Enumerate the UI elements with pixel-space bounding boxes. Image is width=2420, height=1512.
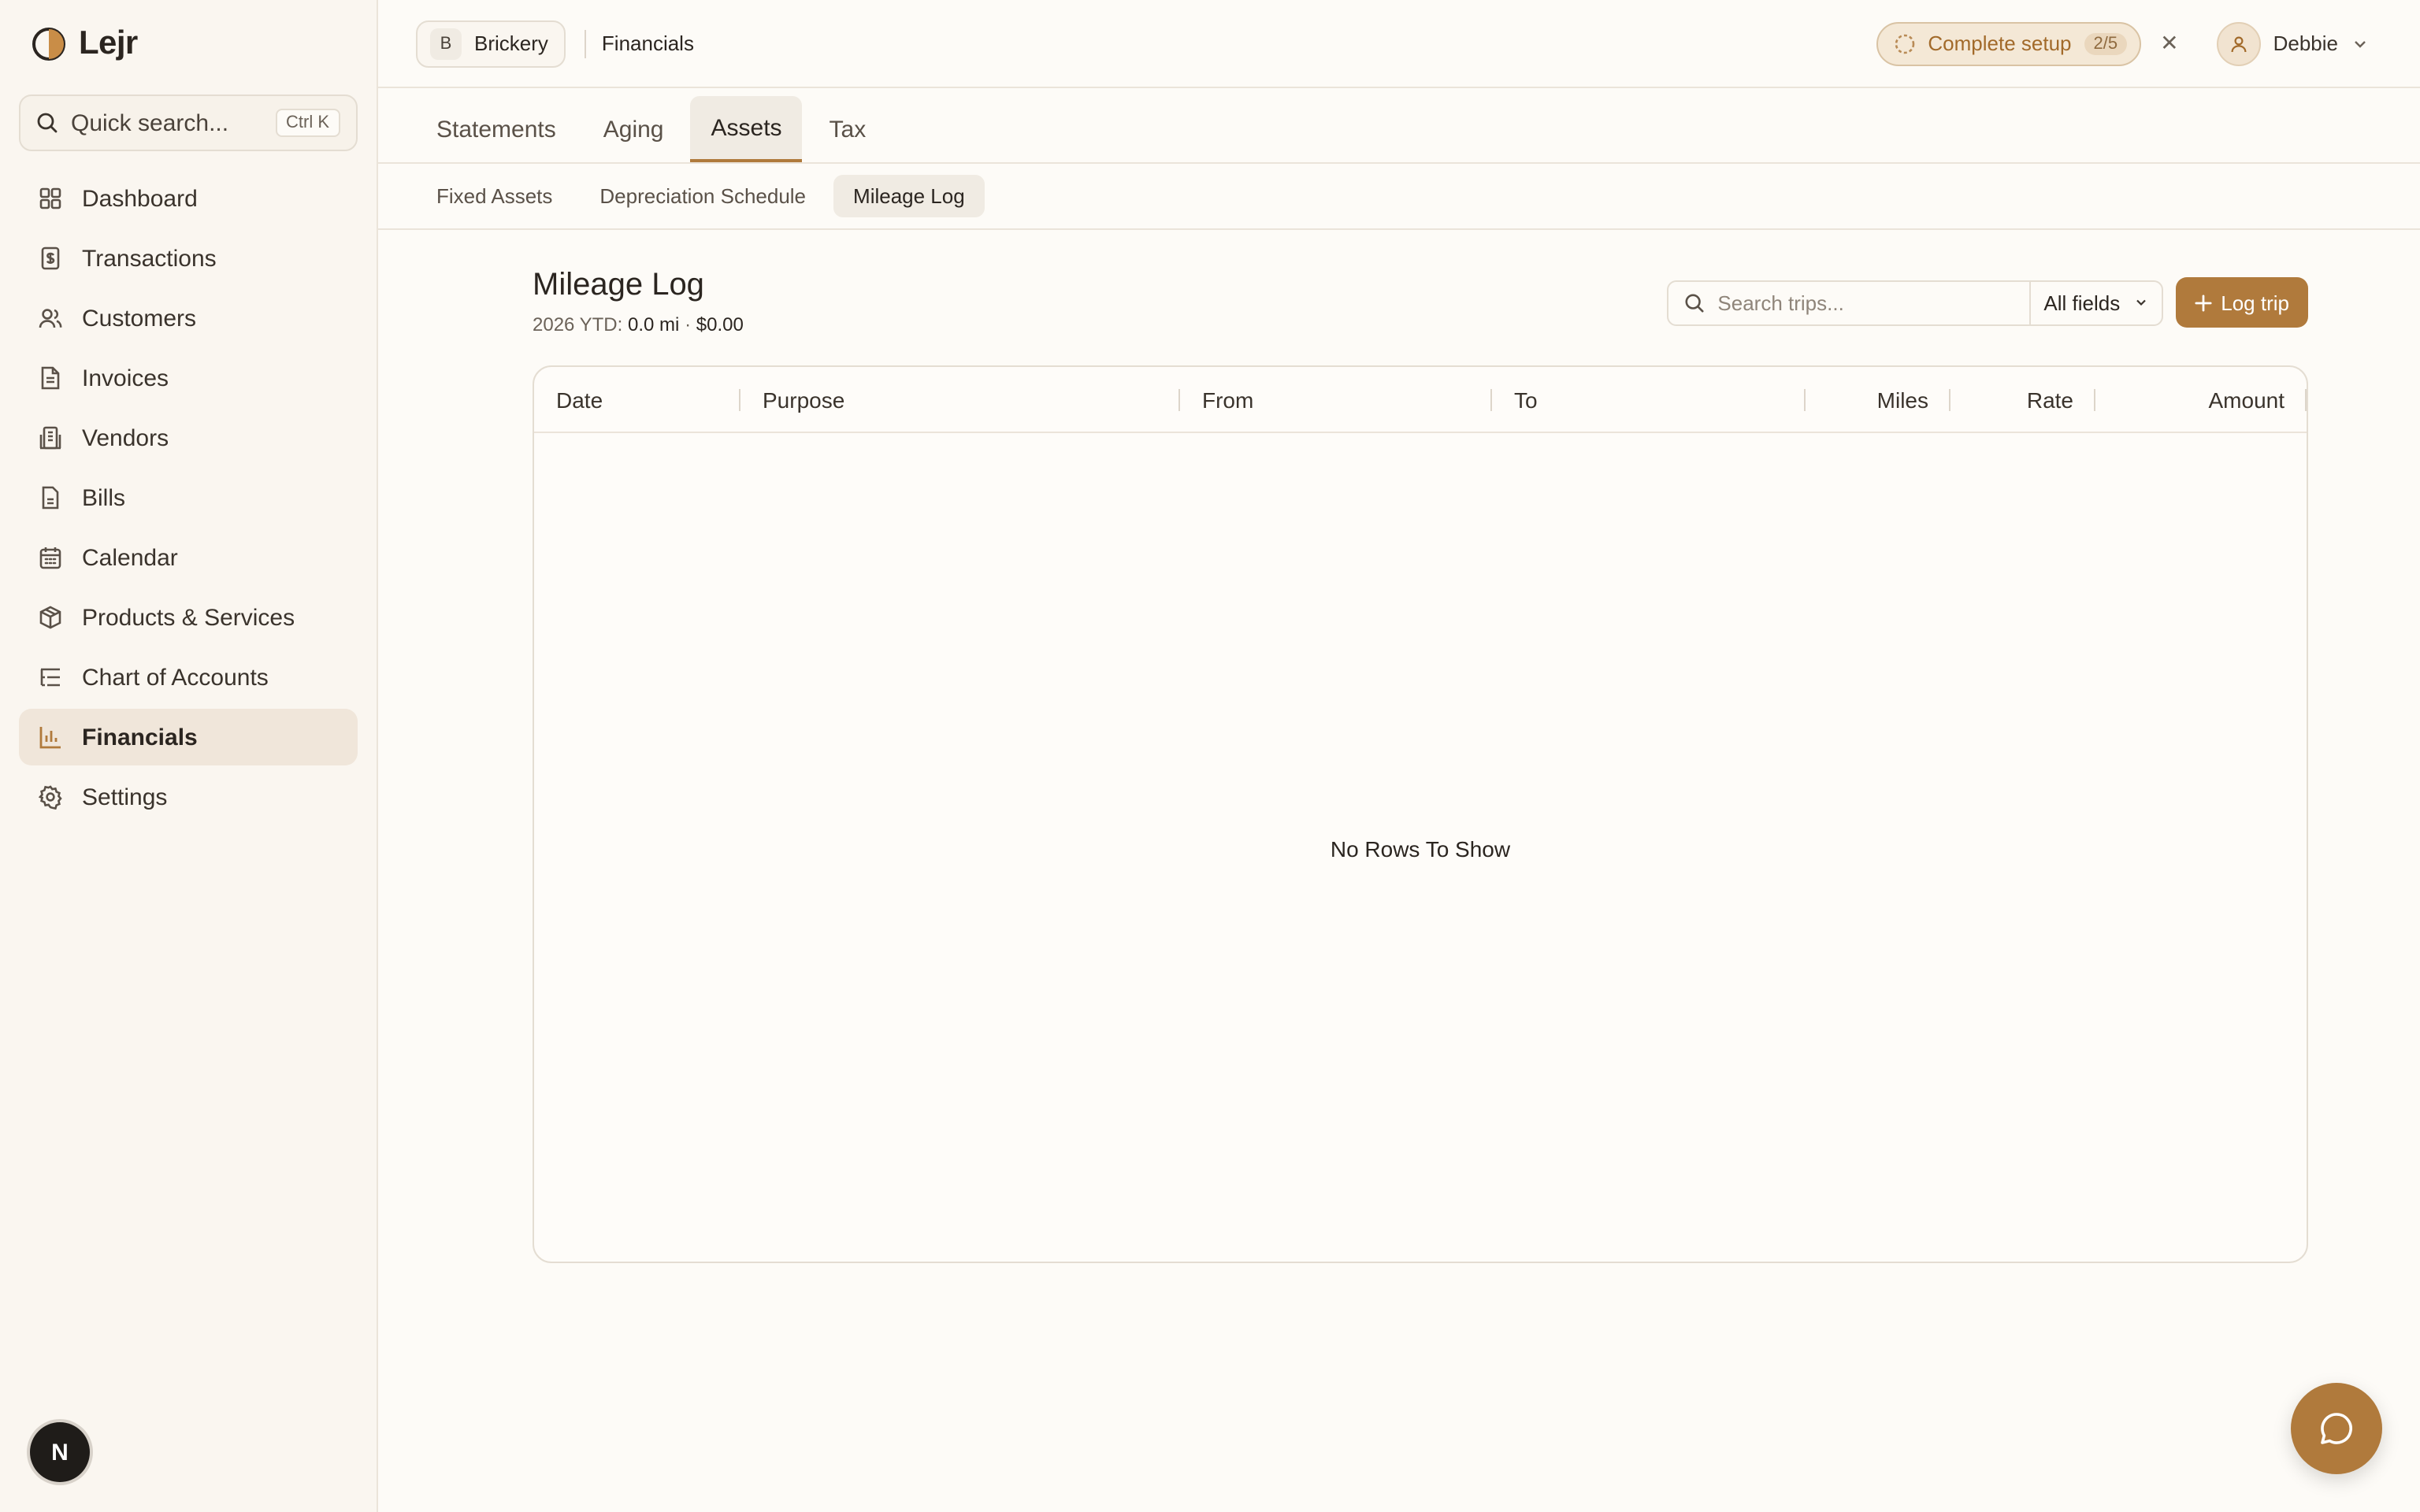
quick-search-input[interactable]: Quick search... Ctrl K <box>19 94 358 151</box>
user-icon <box>2231 35 2247 52</box>
sidebar-item-label: Chart of Accounts <box>82 664 269 691</box>
bar-chart-icon <box>38 724 63 750</box>
calendar-icon <box>38 545 63 570</box>
company-name: Brickery <box>474 32 548 55</box>
dollar-doc-icon <box>38 246 63 271</box>
ytd-separator: · <box>685 313 692 335</box>
gear-icon <box>38 784 63 810</box>
table-header: Date Purpose From To Miles Rate Amount <box>534 367 2307 433</box>
tab-statements[interactable]: Statements <box>416 96 577 162</box>
sidebar-item-invoices[interactable]: Invoices <box>19 350 358 406</box>
grid-icon <box>38 186 63 211</box>
mileage-table: Date Purpose From To Miles Rate Amount N… <box>533 365 2308 1263</box>
tab-assets[interactable]: Assets <box>690 96 803 162</box>
logo[interactable]: Lejr <box>0 0 377 88</box>
sidebar-item-transactions[interactable]: Transactions <box>19 230 358 287</box>
company-avatar: B <box>430 28 462 59</box>
chat-bubble-icon <box>2321 1413 2352 1444</box>
sidebar-item-label: Dashboard <box>82 185 198 212</box>
column-header-date[interactable]: Date <box>534 367 740 432</box>
app-name: Lejr <box>79 25 138 61</box>
breadcrumb: Financials <box>601 32 694 55</box>
log-trip-button[interactable]: Log trip <box>2175 277 2308 328</box>
sidebar-item-products-services[interactable]: Products & Services <box>19 589 358 646</box>
column-header-purpose[interactable]: Purpose <box>740 367 1180 432</box>
building-icon <box>38 425 63 450</box>
chat-button[interactable] <box>2291 1383 2382 1474</box>
sidebar-item-dashboard[interactable]: Dashboard <box>19 170 358 227</box>
column-header-miles[interactable]: Miles <box>1806 367 1950 432</box>
file-icon <box>38 485 63 510</box>
setup-label: Complete setup <box>1928 32 2072 55</box>
main-area: B Brickery Financials Complete setup 2/5… <box>378 0 2420 1512</box>
app-root: Lejr Quick search... Ctrl K Dashboard Tr… <box>0 0 2420 1512</box>
sidebar-item-label: Transactions <box>82 245 217 272</box>
package-icon <box>38 605 63 630</box>
ytd-miles: 0.0 mi <box>628 313 680 335</box>
search-trips-placeholder: Search trips... <box>1717 291 1844 314</box>
sidebar-item-chart-of-accounts[interactable]: Chart of Accounts <box>19 649 358 706</box>
chevron-down-icon <box>2355 40 2366 47</box>
avatar <box>2216 21 2261 65</box>
sidebar-item-financials[interactable]: Financials <box>19 709 358 765</box>
close-icon[interactable]: ✕ <box>2160 30 2178 57</box>
sidebar-item-customers[interactable]: Customers <box>19 290 358 346</box>
mileage-log-panel: Mileage Log 2026 YTD: 0.0 mi · $0.00 Sea… <box>533 268 2308 1263</box>
column-header-rate[interactable]: Rate <box>1950 367 2095 432</box>
field-filter-value: All fields <box>2043 291 2121 314</box>
subtab-mileage-log[interactable]: Mileage Log <box>833 175 985 217</box>
topbar: B Brickery Financials Complete setup 2/5… <box>378 0 2420 88</box>
sidebar-item-label: Invoices <box>82 365 169 391</box>
complete-setup-button[interactable]: Complete setup 2/5 <box>1876 21 2142 65</box>
sidebar-item-label: Vendors <box>82 424 169 451</box>
breadcrumb-divider <box>584 29 586 57</box>
sidebar: Lejr Quick search... Ctrl K Dashboard Tr… <box>0 0 378 1512</box>
tab-aging[interactable]: Aging <box>583 96 685 162</box>
column-header-from[interactable]: From <box>1180 367 1492 432</box>
sidebar-item-label: Bills <box>82 484 126 511</box>
sidebar-item-label: Customers <box>82 305 197 332</box>
ytd-label: 2026 YTD: <box>533 313 623 335</box>
users-icon <box>38 306 63 331</box>
log-trip-label: Log trip <box>2221 291 2289 314</box>
secondary-tabs: Fixed Assets Depreciation Schedule Milea… <box>378 164 2420 230</box>
dev-tools-avatar[interactable]: N <box>30 1422 90 1482</box>
user-menu[interactable]: Debbie <box>2216 21 2370 65</box>
user-name: Debbie <box>2273 32 2338 55</box>
column-header-to[interactable]: To <box>1492 367 1806 432</box>
search-icon <box>1685 293 1704 312</box>
search-trips-input[interactable]: Search trips... <box>1668 281 2032 324</box>
topbar-actions: Complete setup 2/5 ✕ Debbie <box>1876 21 2382 65</box>
sidebar-item-label: Financials <box>82 724 198 750</box>
document-icon <box>38 365 63 391</box>
chevron-down-icon <box>2136 299 2146 306</box>
field-filter-select[interactable]: All fields <box>2031 291 2161 314</box>
empty-state-text: No Rows To Show <box>1330 836 1511 862</box>
sidebar-item-calendar[interactable]: Calendar <box>19 529 358 586</box>
search-icon <box>37 113 58 133</box>
subtab-fixed-assets[interactable]: Fixed Assets <box>416 175 573 217</box>
sidebar-item-label: Settings <box>82 784 168 810</box>
ytd-amount: $0.00 <box>696 313 744 335</box>
quick-search-placeholder: Quick search... <box>71 109 229 136</box>
primary-tabs: Statements Aging Assets Tax <box>378 88 2420 164</box>
company-switcher[interactable]: B Brickery <box>416 20 566 67</box>
toolbar: Search trips... All fields Log trip <box>1667 277 2308 328</box>
progress-ring-icon <box>1895 33 1914 54</box>
sidebar-item-bills[interactable]: Bills <box>19 469 358 526</box>
setup-progress-badge: 2/5 <box>2084 32 2128 54</box>
sidebar-item-label: Calendar <box>82 544 178 571</box>
logo-icon <box>32 28 65 61</box>
trip-search: Search trips... All fields <box>1667 280 2163 325</box>
sidebar-item-vendors[interactable]: Vendors <box>19 410 358 466</box>
subtab-depreciation-schedule[interactable]: Depreciation Schedule <box>579 175 826 217</box>
sidebar-item-settings[interactable]: Settings <box>19 769 358 825</box>
plus-icon <box>2194 294 2211 311</box>
search-shortcut: Ctrl K <box>275 109 340 137</box>
column-header-amount[interactable]: Amount <box>2095 367 2307 432</box>
sidebar-nav: Dashboard Transactions Customers Invoice… <box>0 170 377 825</box>
tab-tax[interactable]: Tax <box>809 96 887 162</box>
sidebar-item-label: Products & Services <box>82 604 295 631</box>
list-tree-icon <box>38 665 63 690</box>
